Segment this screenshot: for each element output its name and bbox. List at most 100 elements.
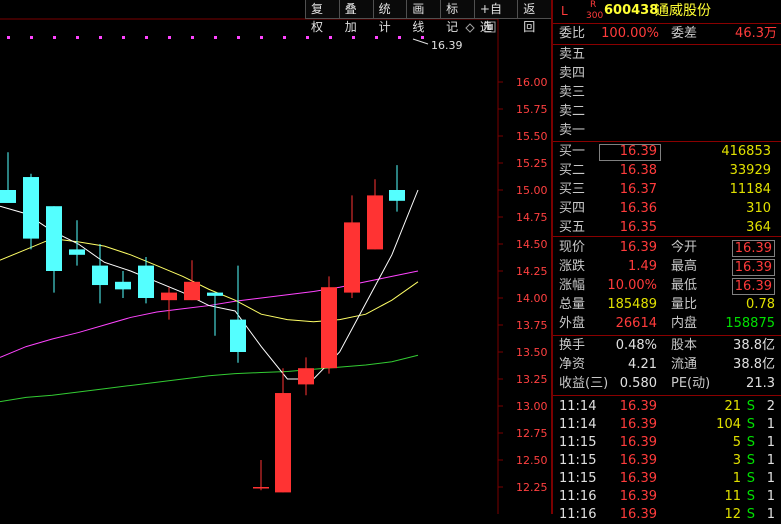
buy-level-3[interactable]: 买三 16.37 11184 xyxy=(553,181,781,199)
toolbar-button-6[interactable]: 返回 xyxy=(517,0,551,34)
toolbar-button-5[interactable]: +自选 xyxy=(473,0,518,34)
candle-2 xyxy=(46,206,62,271)
price-tick-label-10: 13.50 xyxy=(516,346,548,359)
last-price-marker: 16.39 xyxy=(412,38,463,52)
weibi-row: 委比 100.00% 委差 46.3万 xyxy=(559,26,777,41)
candle-10 xyxy=(230,319,246,352)
toolbar-button-3[interactable]: 画线 xyxy=(406,0,441,34)
price-tick-label-2: 15.50 xyxy=(516,130,548,143)
sell-level-5[interactable]: 卖五 xyxy=(553,46,781,64)
indicator-dot-1 xyxy=(30,36,33,39)
price-tick-label-1: 15.75 xyxy=(516,103,548,116)
quote-row-0: 现价 16.39 今开 16.39 xyxy=(553,239,781,257)
ma60-line xyxy=(0,354,419,403)
price-tick-label-7: 14.25 xyxy=(516,265,548,278)
tick-row[interactable]: 11:15 16.39 3 S 1 xyxy=(553,452,781,470)
price-tick-label-6: 14.50 xyxy=(516,238,548,251)
indicator-dot-12 xyxy=(283,36,286,39)
quote-row-3: 总量 185489 量比 0.78 xyxy=(559,297,775,312)
indicator-dot-11 xyxy=(260,36,263,39)
buy-level-5[interactable]: 买五 16.35 364 xyxy=(553,219,781,237)
candle-8 xyxy=(184,281,200,301)
candle-9 xyxy=(207,292,223,296)
quote-row-4: 外盘 26614 内盘 158875 xyxy=(559,316,775,331)
candle-3 xyxy=(69,249,85,255)
indicator-dot-16 xyxy=(375,36,378,39)
indicator-dot-7 xyxy=(168,36,171,39)
indicator-dot-0 xyxy=(7,36,10,39)
stock-code: 600438 xyxy=(604,3,659,18)
indicator-dot-13 xyxy=(306,36,309,39)
candle-15 xyxy=(344,222,360,293)
candle-11 xyxy=(253,487,269,489)
candle-5 xyxy=(115,281,131,290)
price-tick-label-13: 12.75 xyxy=(516,427,548,440)
indicator-dot-6 xyxy=(145,36,148,39)
stock-header: L R 300 600438 通威股份 xyxy=(553,0,781,22)
price-tick-label-5: 14.75 xyxy=(516,211,548,224)
price-tick-label-15: 12.25 xyxy=(516,481,548,494)
price-tick-label-11: 13.25 xyxy=(516,373,548,386)
indicator-dot-4 xyxy=(99,36,102,39)
quote-row-1: 涨跌 1.49 最高 16.39 xyxy=(553,258,781,276)
indicator-dot-8 xyxy=(191,36,194,39)
kline-chart[interactable]: 16.00 15.75 15.50 15.25 15.00 14.75 14.50 14.25… xyxy=(0,0,551,514)
sell-level-1[interactable]: 卖一 xyxy=(553,122,781,140)
indicator-dot-14 xyxy=(329,36,332,39)
candle-13 xyxy=(298,368,314,385)
price-tick-label-8: 14.00 xyxy=(516,292,548,305)
indicator-dot-2 xyxy=(53,36,56,39)
tick-row[interactable]: 11:14 16.39 104 S 1 xyxy=(553,416,781,434)
price-tick-label-12: 13.00 xyxy=(516,400,548,413)
buy-level-4[interactable]: 买四 16.36 310 xyxy=(553,200,781,218)
indicator-dot-3 xyxy=(76,36,79,39)
buy-level-2[interactable]: 买二 16.38 33929 xyxy=(553,162,781,180)
price-tick-label-14: 12.50 xyxy=(516,454,548,467)
indicator-dot-17 xyxy=(398,36,401,39)
sell-level-4[interactable]: 卖四 xyxy=(553,65,781,83)
indicator-dot-18 xyxy=(421,36,424,39)
candle-7 xyxy=(161,292,177,301)
sell-level-2[interactable]: 卖二 xyxy=(553,103,781,121)
indicator-dot-9 xyxy=(214,36,217,39)
indicator-dot-10 xyxy=(237,36,240,39)
candle-6 xyxy=(138,265,154,298)
buy-level-1[interactable]: 买一 16.39 416853 xyxy=(553,143,781,161)
indicator-dots-row xyxy=(7,36,424,39)
chart-toolbar: 复权 叠加 统计 画线 标记 +自选 返回 xyxy=(305,0,551,34)
quote-row-2: 涨幅 10.00% 最低 16.39 xyxy=(553,277,781,295)
candlesticks xyxy=(0,152,405,493)
kline-chart-panel[interactable]: 16.00 15.75 15.50 15.25 15.00 14.75 14.50 14.25… xyxy=(0,0,551,514)
candle-14 xyxy=(321,287,337,369)
tick-row[interactable]: 11:15 16.39 5 S 1 xyxy=(553,434,781,452)
price-tick-label-0: 16.00 xyxy=(516,76,548,89)
tick-row[interactable]: 11:16 16.39 12 S 1 xyxy=(553,506,781,524)
tick-row[interactable]: 11:15 16.39 1 S 1 xyxy=(553,470,781,488)
toolbar-button-1[interactable]: 叠加 xyxy=(338,0,373,34)
fundamental-row-0: 换手 0.48% 股本 38.8亿 xyxy=(559,338,775,353)
toolbar-button-0[interactable]: 复权 xyxy=(305,0,339,34)
diamond-icon[interactable] xyxy=(465,23,475,33)
fundamental-row-1: 净资 4.21 流通 38.8亿 xyxy=(559,357,775,372)
last-price-label: 16.39 xyxy=(431,39,463,52)
indicator-dot-5 xyxy=(122,36,125,39)
indicator-dot-15 xyxy=(352,36,355,39)
candle-1 xyxy=(23,177,39,239)
fundamental-row-2: 收益(三) 0.580 PE(动) 21.3 xyxy=(559,376,775,391)
toolbar-button-2[interactable]: 统计 xyxy=(372,0,407,34)
stock-name: 通威股份 xyxy=(655,3,711,19)
candle-16 xyxy=(367,195,383,250)
price-tick-label-4: 15.00 xyxy=(516,184,548,197)
quote-panel: L R 300 600438 通威股份 委比 100.00% 委差 46.3万 … xyxy=(551,0,781,522)
sell-level-3[interactable]: 卖三 xyxy=(553,84,781,102)
price-tick-label-9: 13.75 xyxy=(516,319,548,332)
candle-4 xyxy=(92,265,108,286)
candle-12 xyxy=(275,393,291,493)
price-tick-label-3: 15.25 xyxy=(516,157,548,170)
candle-17 xyxy=(389,190,405,201)
price-axis: 16.00 15.75 15.50 15.25 15.00 14.75 14.50 14.25… xyxy=(498,76,548,494)
tick-row[interactable]: 11:14 16.39 21 S 2 xyxy=(553,398,781,416)
candle-0 xyxy=(0,190,16,203)
tick-row[interactable]: 11:16 16.39 11 S 1 xyxy=(553,488,781,506)
toolbar-button-4[interactable]: 标记 xyxy=(440,0,474,34)
